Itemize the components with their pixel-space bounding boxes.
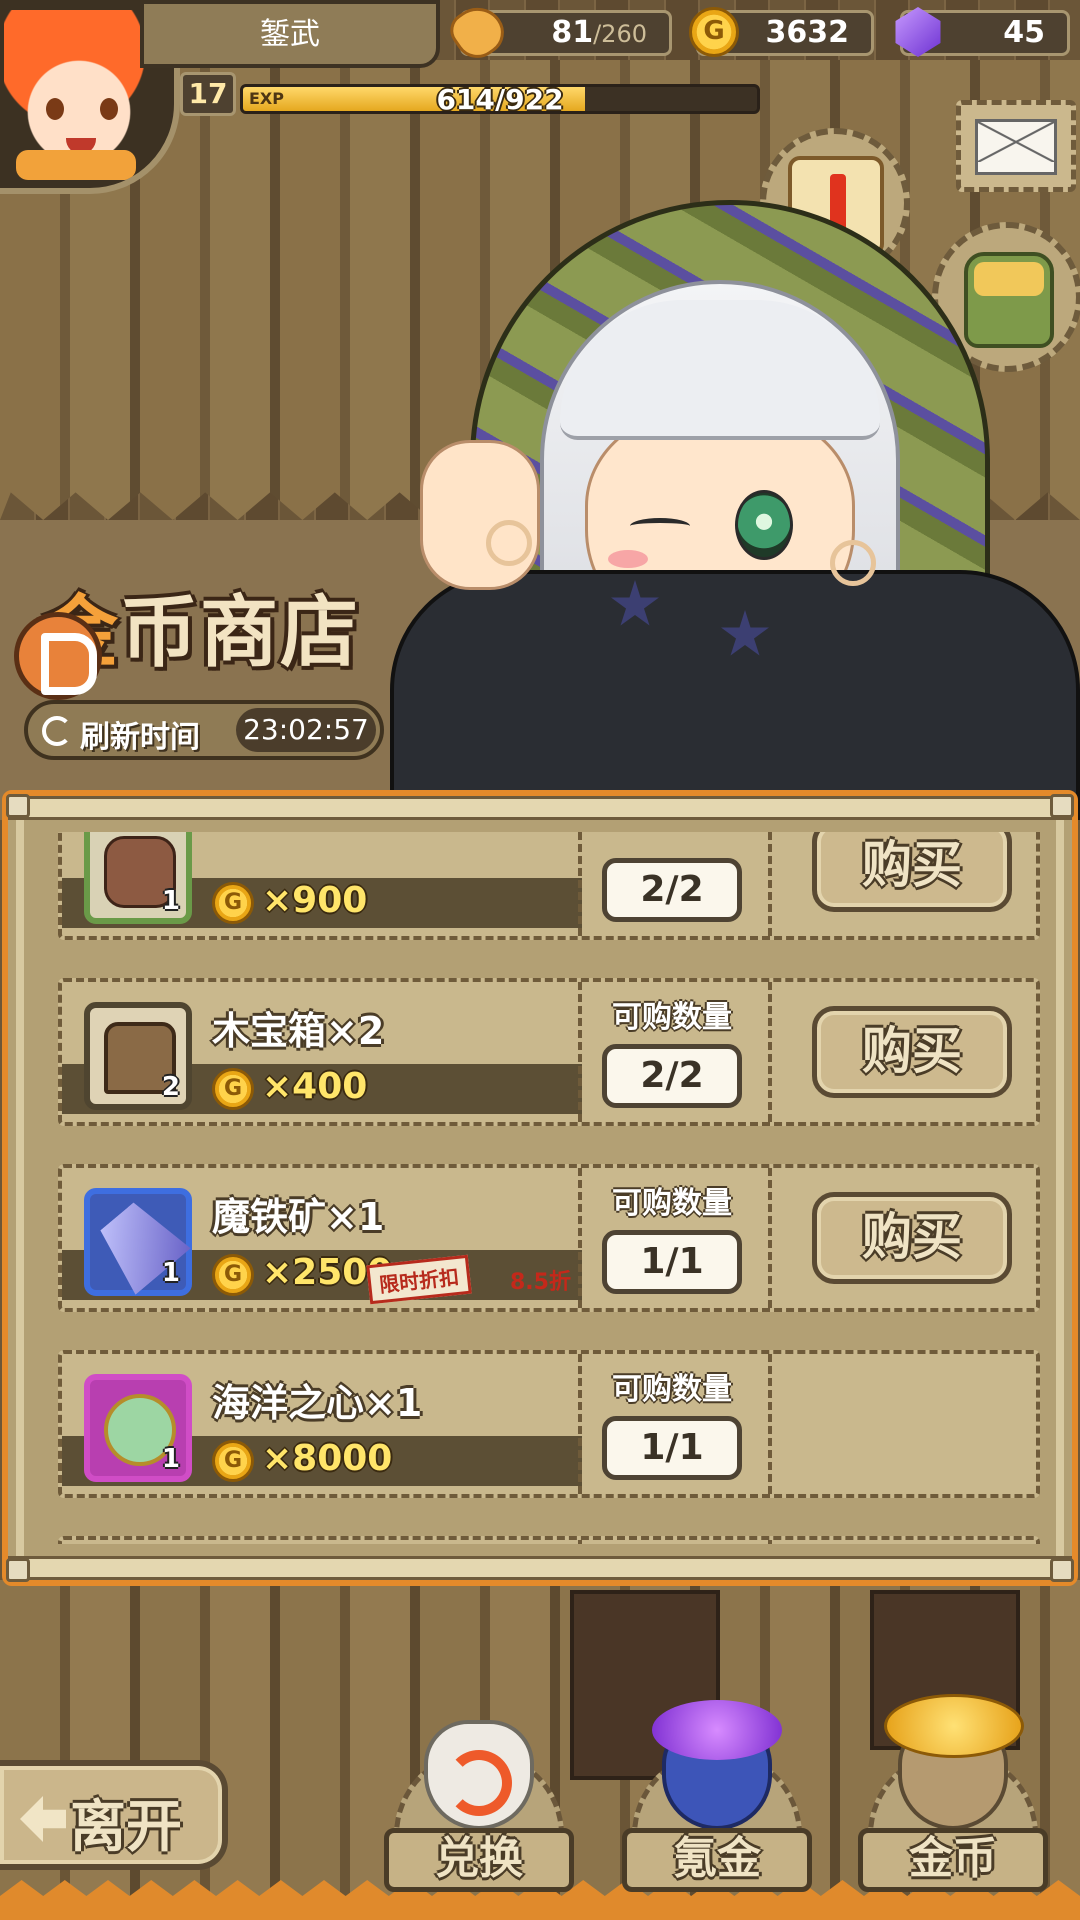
buy-button[interactable]: 购买 [812,1006,1012,1098]
player-name: 錾武 [140,0,440,68]
exchange-arrows-icon [446,1750,512,1816]
leave-label: 离开 [70,1794,182,1860]
gold-counter[interactable]: G 3632 [689,7,874,57]
item-name: 木宝箱×2 [212,1009,385,1053]
row-divider [578,1540,582,1544]
avatar-eye [46,98,64,120]
character-hand [420,440,540,590]
row-divider [578,1168,582,1308]
character-blush [608,550,648,568]
gold-coin-icon: G [212,1440,254,1482]
item-icon[interactable]: 2 [84,1002,192,1110]
gold-value: 3632 [765,15,850,50]
item-price: ×400 [262,1066,368,1107]
gold-coin-icon: G [212,1254,254,1296]
shop-item-row: 1 魔铁矿×1 G ×2500 限时折扣 8.5折 可购数量 1/1 购买 [58,1164,1040,1312]
row-divider [578,832,582,936]
stamina-counter[interactable]: 81/260 [443,0,672,67]
purchase-limit-label: 可购数量 [612,1000,732,1035]
purchase-limit-value: 2/2 [602,858,742,922]
gold-coin-icon: G [212,882,254,924]
shop-badge-icon [14,612,102,700]
character-earring [830,540,876,586]
coin-pile-icon [884,1694,1024,1758]
panel-rivet [6,1558,30,1582]
shop-item-list[interactable]: 1 G ×900 2/2 购买 2 木宝箱×2 G ×400 可购数量 2/2 购买 1 魔铁矿×1 G ×2… [38,832,1042,1544]
row-divider [578,982,582,1122]
item-icon-qty: 1 [161,1258,180,1288]
buy-button[interactable]: 购买 [812,1192,1012,1284]
tab-krypton[interactable]: 氪金 [622,1700,812,1900]
shop-item-row: 1 海洋之心×1 G ×8000 可购数量 1/1 [58,1350,1040,1498]
shopkeeper-character [390,200,1080,820]
purchase-limit-value: 1/1 [602,1230,742,1294]
row-divider [768,1354,772,1494]
purchase-limit-value: 2/2 [602,1044,742,1108]
item-icon-qty: 1 [161,1444,180,1474]
buy-button[interactable]: 购买 [812,832,1012,912]
leave-button[interactable]: 离开 [0,1760,228,1870]
shop-item-list-content: 1 G ×900 2/2 购买 2 木宝箱×2 G ×400 可购数量 2/2 购买 1 魔铁矿×1 G ×2… [38,832,1042,1544]
exp-text: 614/922 [436,84,564,114]
item-name: 魔铁矿×1 [212,1195,385,1239]
row-divider [768,832,772,936]
refresh-timer: 刷新时间 23:02:57 [24,700,384,760]
gold-coin-icon: G [212,1068,254,1110]
back-arrow-icon [20,1796,66,1842]
refresh-icon [42,716,72,746]
shop-item-row: 可购数量 [58,1536,1040,1544]
gem-pile-icon [652,1700,782,1760]
purchase-limit-value: 1/1 [602,1416,742,1480]
item-price: ×8000 [262,1438,393,1479]
purchase-limit-label: 可购数量 [612,1186,732,1221]
item-name: 海洋之心×1 [212,1381,423,1425]
item-icon-qty: 1 [161,886,180,916]
exp-bar: EXP 614/922 [240,84,760,114]
character-cloak [390,570,1080,820]
item-price: ×900 [262,880,368,921]
row-divider [578,1354,582,1494]
shop-panel: 1 G ×900 2/2 购买 2 木宝箱×2 G ×400 可购数量 2/2 购买 1 魔铁矿×1 G ×2… [2,790,1078,1586]
panel-top-bar [8,796,1072,820]
panel-rivet [6,794,30,818]
envelope-icon [975,119,1057,175]
refresh-label: 刷新时间 [80,720,200,755]
shop-title-rest: 币商店 [120,587,361,678]
discount-rate: 8.5折 [510,1270,571,1295]
gem-value: 45 [1003,15,1045,50]
shop-item-row: 1 G ×900 2/2 购买 [58,832,1040,940]
panel-rivet [1050,1558,1074,1582]
item-icon[interactable]: 1 [84,832,192,924]
panel-rivet [1050,794,1074,818]
item-icon[interactable]: 1 [84,1188,192,1296]
tab-gold-label: 金币 [858,1828,1048,1892]
tab-gold[interactable]: 金币 [858,1694,1048,1900]
row-divider [768,982,772,1122]
mail-button[interactable] [956,100,1076,192]
character-earring [486,520,532,566]
tab-exchange-label: 兑换 [384,1828,574,1892]
player-level: 17 [180,72,236,116]
tab-krypton-label: 氪金 [622,1828,812,1892]
stamina-value: 81 [551,15,594,50]
item-icon-qty: 2 [161,1072,180,1102]
item-icon[interactable]: 1 [84,1374,192,1482]
gold-coin-icon: G [689,7,739,57]
shop-item-row: 2 木宝箱×2 G ×400 可购数量 2/2 购买 [58,978,1040,1126]
row-divider [768,1540,772,1544]
character-eye-closed [630,518,690,534]
gem-icon [895,7,941,57]
avatar-eye [100,98,118,120]
purchase-limit-label: 可购数量 [612,1372,732,1407]
panel-bottom-bar [8,1556,1072,1580]
tab-exchange[interactable]: 兑换 [384,1700,574,1900]
stamina-max: /260 [593,20,647,48]
character-eye-open [735,490,793,560]
refresh-time: 23:02:57 [236,708,376,752]
gem-counter[interactable]: 45 [895,7,1070,57]
row-divider [768,1168,772,1308]
avatar-scarf [16,150,136,180]
